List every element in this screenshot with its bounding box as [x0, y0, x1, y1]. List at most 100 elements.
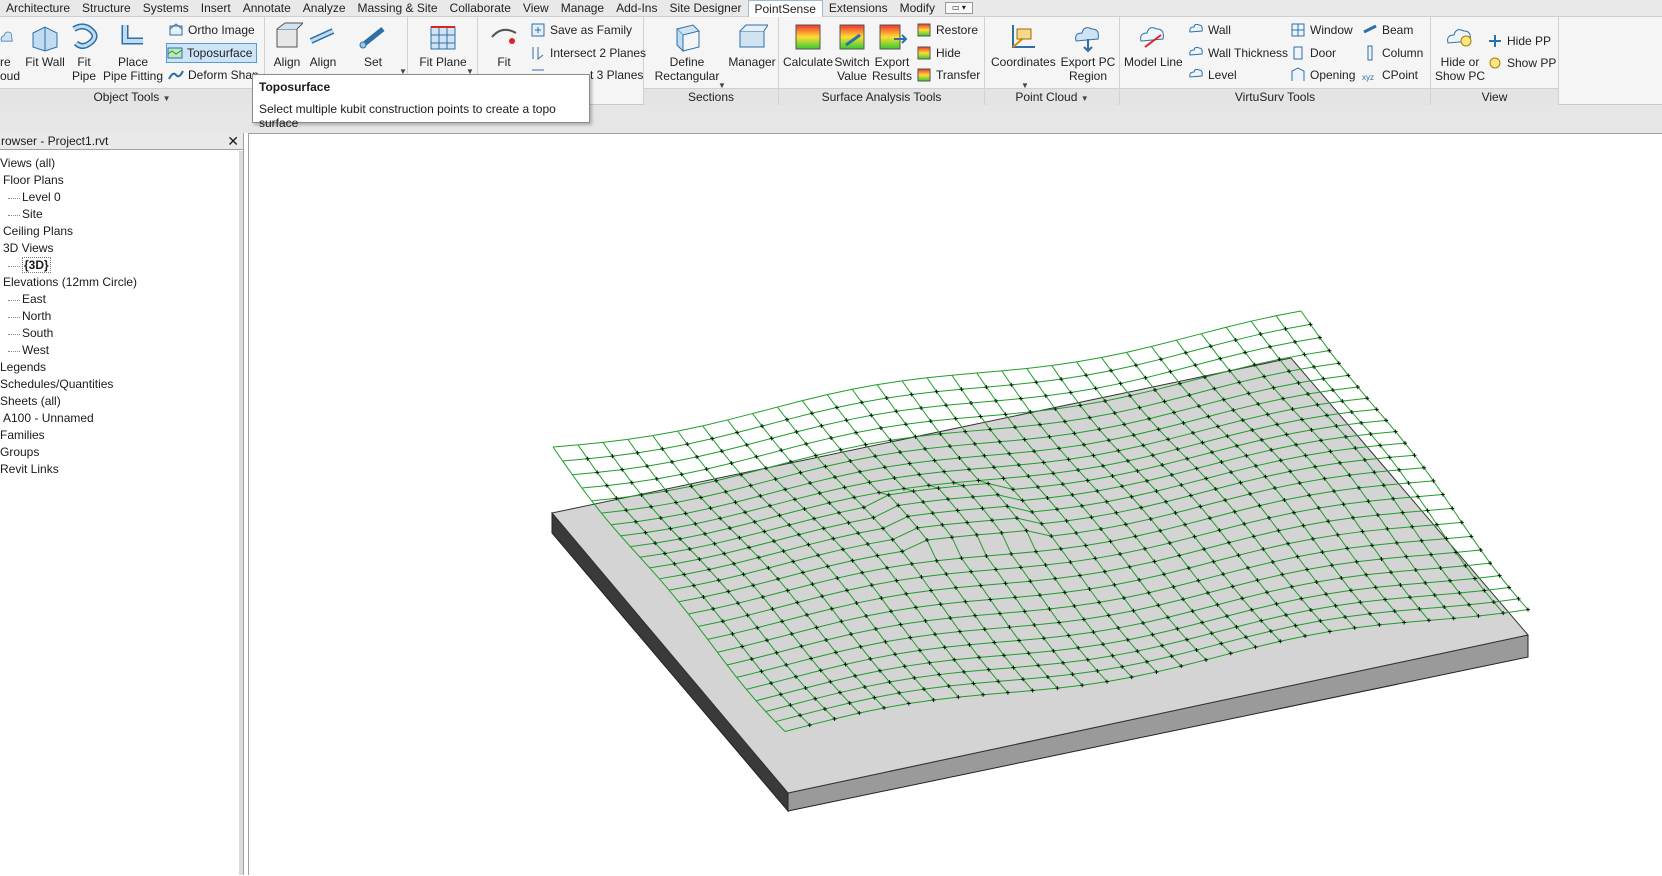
virtusurv-beam-button[interactable]: Beam — [1362, 20, 1413, 40]
virtusurv-cpoint-button[interactable]: xyz CPoint — [1362, 65, 1418, 85]
tree-node-label: Ceiling Plans — [3, 224, 74, 238]
set-button[interactable]: Set — [353, 21, 393, 69]
tree-node[interactable]: Schedules/Quantities — [0, 376, 243, 393]
virtusurv-level-button[interactable]: Level — [1188, 65, 1237, 85]
tab-architecture[interactable]: Architecture — [0, 0, 76, 17]
tab-add-ins[interactable]: Add-Ins — [610, 0, 663, 17]
panel-object-tools-label[interactable]: Object Tools ▼ — [0, 88, 264, 105]
toposurface-label: Toposurface — [187, 46, 253, 60]
align-button-2[interactable]: Align — [305, 21, 341, 69]
tab-site-designer[interactable]: Site Designer — [663, 0, 747, 17]
export-pc-region-button[interactable]: Export PC Region — [1057, 21, 1119, 83]
restore-label: Restore — [936, 23, 979, 37]
tab-systems[interactable]: Systems — [137, 0, 195, 17]
ribbon-minimize-toggle[interactable]: ▭ ▾ — [944, 2, 973, 14]
fit-button[interactable]: Fit — [484, 21, 524, 69]
export-results-icon — [879, 24, 908, 50]
tab-annotate[interactable]: Annotate — [237, 0, 297, 17]
calculate-icon — [795, 24, 821, 50]
show-pp-label: Show PP — [1507, 56, 1557, 70]
tab-analyze[interactable]: Analyze — [297, 0, 352, 17]
fit-wall-icon — [32, 26, 58, 52]
tree-node-label: Revit Links — [0, 462, 59, 476]
tree-node[interactable]: Legends — [0, 359, 243, 376]
toposurface-icon — [167, 47, 183, 59]
tab-massing-site[interactable]: Massing & Site — [352, 0, 444, 17]
deform-shape-button[interactable]: Deform Shap — [168, 65, 259, 85]
fit-plane-button[interactable]: Fit Plane — [412, 21, 474, 69]
tree-node[interactable]: Views (all) — [0, 155, 243, 172]
align-pipe-icon — [309, 28, 335, 44]
tab-view[interactable]: View — [517, 0, 555, 17]
tree-node[interactable]: Floor Plans — [0, 172, 243, 189]
column-icon — [1367, 45, 1373, 61]
tab-extensions[interactable]: Extensions — [823, 0, 894, 17]
export-results-button[interactable]: Export Results — [872, 21, 912, 83]
sections-manager-button[interactable]: Manager — [728, 21, 776, 69]
fit-pipe-button[interactable]: Fit Pipe — [66, 21, 102, 83]
wall-thickness-button[interactable]: Wall Thickness — [1188, 43, 1288, 63]
virtusurv-wall-button[interactable]: Wall — [1188, 20, 1231, 40]
show-pp-button[interactable]: Show PP — [1487, 53, 1556, 73]
tree-node[interactable]: South — [0, 325, 243, 342]
virtusurv-opening-button[interactable]: Opening — [1290, 65, 1355, 85]
model-line-button[interactable]: Model Line — [1124, 21, 1183, 69]
transfer-button[interactable]: Transfer — [916, 65, 980, 85]
tab-manage[interactable]: Manage — [555, 0, 610, 17]
tree-node[interactable]: Elevations (12mm Circle) — [0, 274, 243, 291]
virtusurv-door-button[interactable]: Door — [1290, 43, 1336, 63]
tree-node[interactable]: Sheets (all) — [0, 393, 243, 410]
fit-wall-button[interactable]: Fit Wall — [24, 21, 66, 69]
coordinates-button[interactable]: Coordinates — [991, 21, 1056, 69]
tab-modify[interactable]: Modify — [894, 0, 941, 17]
virtusurv-column-button[interactable]: Column — [1362, 43, 1423, 63]
tree-node[interactable]: East — [0, 291, 243, 308]
tree-node[interactable]: West — [0, 342, 243, 359]
tree-node-label: Elevations (12mm Circle) — [3, 275, 138, 289]
pipe-fitting-icon — [121, 25, 143, 45]
panel-point-cloud-label[interactable]: Point Cloud ▼ — [985, 88, 1119, 105]
place-pipe-fitting-button[interactable]: Place Pipe Fitting — [103, 21, 163, 83]
tree-node-label: 3D Views — [3, 241, 54, 255]
align-button-1[interactable]: Align — [269, 21, 305, 69]
tree-node-label: Groups — [0, 445, 40, 459]
3d-viewport[interactable] — [248, 133, 1662, 875]
intersect-2-planes-button[interactable]: Intersect 2 Planes — [530, 43, 646, 63]
opening-icon — [1291, 67, 1305, 81]
ortho-image-icon — [169, 23, 183, 36]
save-as-family-button[interactable]: Save as Family — [530, 20, 632, 40]
tree-node[interactable]: 3D Views — [0, 240, 243, 257]
define-rectangular-button[interactable]: Define Rectangular — [650, 21, 724, 83]
panel-point-cloud: Coordinates ▼ Export PC Region Point Clo… — [985, 17, 1120, 105]
calculate-button[interactable]: Calculate — [783, 21, 833, 69]
tree-node[interactable]: {3D} — [0, 257, 243, 274]
close-icon[interactable]: ✕ — [227, 133, 239, 149]
tree-node[interactable]: Groups — [0, 444, 243, 461]
tree-node[interactable]: Revit Links — [0, 461, 243, 478]
tab-pointsense[interactable]: PointSense — [747, 0, 823, 18]
fit-cloud-button[interactable]: re oud — [0, 21, 22, 83]
3d-scene[interactable] — [249, 134, 1662, 876]
restore-button[interactable]: Restore — [916, 20, 978, 40]
tree-node[interactable]: Site — [0, 206, 243, 223]
tab-insert[interactable]: Insert — [195, 0, 237, 17]
show-pp-icon — [1489, 57, 1501, 69]
tree-node-label: East — [22, 292, 47, 306]
tree-node[interactable]: Level 0 — [0, 189, 243, 206]
browser-scrollbar[interactable] — [239, 151, 243, 875]
align-label-2: Align — [309, 55, 337, 69]
hide-or-show-pc-button[interactable]: Hide or Show PC — [1433, 21, 1487, 83]
tree-node[interactable]: Ceiling Plans — [0, 223, 243, 240]
virtusurv-window-button[interactable]: Window — [1290, 20, 1353, 40]
virtusurv-wall-label: Wall — [1208, 23, 1231, 37]
switch-value-button[interactable]: Switch Value — [833, 21, 871, 83]
hide-pp-button[interactable]: Hide PP — [1487, 31, 1551, 51]
tree-node[interactable]: A100 - Unnamed — [0, 410, 243, 427]
tab-structure[interactable]: Structure — [76, 0, 137, 17]
hide-button[interactable]: Hide — [916, 43, 961, 63]
tab-collaborate[interactable]: Collaborate — [444, 0, 517, 17]
tree-node[interactable]: North — [0, 308, 243, 325]
toposurface-button[interactable]: Toposurface — [166, 43, 258, 63]
tree-node[interactable]: Families — [0, 427, 243, 444]
ortho-image-button[interactable]: Ortho Image — [168, 20, 255, 40]
